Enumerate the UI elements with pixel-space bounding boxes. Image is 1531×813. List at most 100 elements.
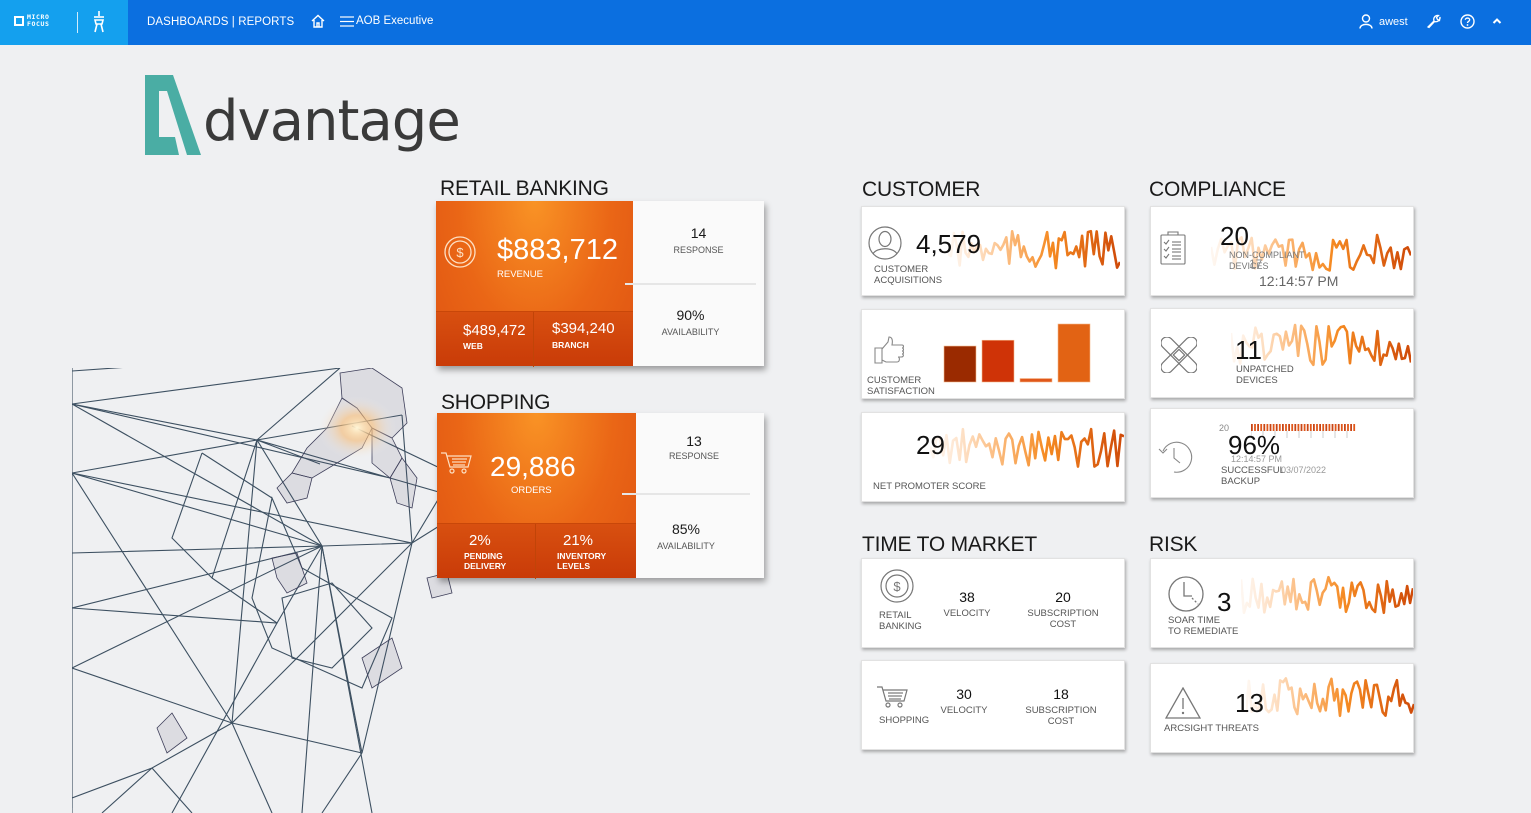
ttm-shopping-tile[interactable]: SHOPPING 30 VELOCITY 18 SUBSCRIPTION COST bbox=[861, 660, 1125, 750]
svg-text:$: $ bbox=[893, 579, 901, 594]
non-compliant-label-1: NON-COMPLIANT bbox=[1229, 250, 1305, 260]
backup-bar bbox=[1288, 424, 1290, 431]
web-revenue-value: $489,472 bbox=[463, 322, 526, 339]
arcsight-threats-sparkline bbox=[1246, 677, 1414, 718]
sparkline-path bbox=[930, 427, 1124, 468]
ttm-retail-banking-tile[interactable]: $ RETAIL BANKING 38 VELOCITY 20 SUBSCRIPTIO… bbox=[861, 558, 1125, 648]
home-icon[interactable] bbox=[311, 14, 325, 28]
backup-bar bbox=[1344, 424, 1346, 431]
orders-value: 29,886 bbox=[490, 451, 576, 482]
chevron-up-icon[interactable] bbox=[1492, 17, 1502, 25]
user-icon[interactable] bbox=[1359, 14, 1373, 29]
successful-backup-label-1: SUCCESSFUL bbox=[1221, 465, 1285, 476]
backup-bar bbox=[1282, 424, 1284, 431]
clock-icon bbox=[1168, 576, 1204, 612]
backup-bar bbox=[1337, 424, 1340, 431]
pending-delivery-value: 2% bbox=[469, 532, 491, 549]
retail-banking-metrics: 14 RESPONSE 90% AVAILABILITY bbox=[625, 201, 764, 366]
backup-bar bbox=[1285, 424, 1287, 431]
time-to-market-title: TIME TO MARKET bbox=[862, 533, 1037, 556]
pending-delivery-label-1: PENDING bbox=[464, 551, 503, 561]
customer-acquisitions-tile[interactable]: 4,579 CUSTOMER ACQUISITIONS bbox=[861, 206, 1125, 296]
successful-backup-tile[interactable]: 20 96% 12:14:57 PM SUCCESSFUL BACKUP 03/0… bbox=[1150, 408, 1414, 498]
arcsight-threats-label: ARCSIGHT THREATS bbox=[1164, 723, 1260, 734]
risk-title: RISK bbox=[1149, 533, 1198, 556]
shopping-response-metric[interactable]: 13 RESPONSE bbox=[630, 413, 758, 495]
customer-satisfaction-tile[interactable]: CUSTOMER SATISFACTION bbox=[861, 309, 1125, 399]
availability-value: 90% bbox=[676, 307, 705, 323]
backup-bar bbox=[1353, 424, 1356, 431]
satisfaction-bar-1 bbox=[943, 345, 977, 383]
dollar-coin-icon: $ bbox=[444, 236, 476, 268]
brand-area[interactable]: MICRO FOCUS bbox=[0, 0, 128, 45]
branch-revenue-cell[interactable]: $394,240 BRANCH bbox=[533, 312, 633, 367]
wrench-icon[interactable] bbox=[1426, 14, 1441, 29]
revenue-panel[interactable]: $ $883,712 REVENUE $489,472 WEB $394,240… bbox=[436, 201, 633, 367]
satisfaction-bar-2 bbox=[981, 339, 1015, 383]
pending-delivery-cell[interactable]: 2% PENDING DELIVERY bbox=[437, 524, 535, 579]
soar-time-label-2: TO REMEDIATE bbox=[1168, 626, 1239, 637]
help-icon[interactable] bbox=[1460, 14, 1475, 29]
ttm-retail-label-2: BANKING bbox=[879, 621, 922, 632]
response-metric[interactable]: 14 RESPONSE bbox=[633, 201, 764, 283]
orders-panel[interactable]: 29,886 ORDERS 2% PENDING DELIVERY 21% INV… bbox=[437, 413, 636, 579]
non-compliant-overlay-value: 17 bbox=[1249, 257, 1263, 271]
revenue-breakdown: $489,472 WEB $394,240 BRANCH bbox=[436, 311, 633, 367]
retail-banking-title: RETAIL BANKING bbox=[440, 177, 609, 200]
non-compliant-label-2: DEVICES bbox=[1229, 261, 1269, 271]
non-compliant-devices-value: 20 bbox=[1220, 221, 1249, 251]
shopping-card[interactable]: 29,886 ORDERS 2% PENDING DELIVERY 21% INV… bbox=[437, 413, 764, 579]
backup-bar bbox=[1347, 424, 1349, 431]
availability-label: AVAILABILITY bbox=[661, 327, 720, 337]
web-revenue-label: WEB bbox=[463, 341, 483, 351]
soar-time-to-remediate-tile[interactable]: 3 SOAR TIME TO REMEDIATE bbox=[1150, 558, 1414, 648]
brand-line-2: FOCUS bbox=[27, 19, 50, 28]
dashboard-selector[interactable]: AOB Executive bbox=[356, 15, 433, 27]
ttm-retail-velocity-value: 38 bbox=[959, 589, 975, 605]
cart-icon bbox=[441, 452, 472, 474]
user-name[interactable]: awest bbox=[1379, 16, 1408, 28]
satisfaction-bar-3 bbox=[1019, 378, 1053, 383]
micro-focus-logo: MICRO FOCUS bbox=[14, 14, 50, 27]
unpatched-devices-label-2: DEVICES bbox=[1236, 375, 1278, 386]
unpatched-devices-tile[interactable]: 11 UNPATCHED DEVICES bbox=[1150, 308, 1414, 398]
backup-overlay-date: 03/07/2022 bbox=[1281, 465, 1327, 475]
backup-bar bbox=[1291, 424, 1294, 431]
backup-bar bbox=[1325, 424, 1328, 431]
svg-text:$: $ bbox=[456, 245, 464, 260]
ttm-retail-label-1: RETAIL bbox=[879, 610, 912, 621]
non-compliant-timestamp: 12:14:57 PM bbox=[1259, 273, 1339, 289]
backup-bar bbox=[1331, 424, 1334, 431]
tower-icon bbox=[93, 11, 105, 33]
backup-bar bbox=[1297, 424, 1300, 431]
dashboards-reports-link[interactable]: DASHBOARDS | REPORTS bbox=[147, 16, 294, 28]
inventory-levels-cell[interactable]: 21% INVENTORY LEVELS bbox=[535, 524, 636, 579]
web-revenue-cell[interactable]: $489,472 WEB bbox=[436, 312, 533, 367]
ttm-retail-cost-label-2: COST bbox=[1049, 619, 1077, 630]
shopping-response-label: RESPONSE bbox=[668, 451, 719, 461]
inventory-levels-value: 21% bbox=[563, 532, 594, 549]
backup-bar bbox=[1306, 424, 1309, 431]
availability-metric[interactable]: 90% AVAILABILITY bbox=[625, 283, 756, 365]
net-promoter-score-value: 29 bbox=[916, 430, 945, 460]
backup-bar bbox=[1350, 424, 1352, 431]
bandage-icon bbox=[1161, 337, 1197, 373]
soar-time-sparkline bbox=[1241, 575, 1413, 615]
backup-bar bbox=[1328, 424, 1331, 431]
response-value: 14 bbox=[690, 225, 707, 241]
dollar-coin-icon: $ bbox=[880, 569, 914, 603]
shopping-availability-value: 85% bbox=[671, 521, 701, 537]
logo-square-icon bbox=[14, 15, 24, 26]
non-compliant-devices-tile[interactable]: 20 NON-COMPLIANT DEVICES 17 12:14:57 PM bbox=[1150, 206, 1414, 296]
net-promoter-score-tile[interactable]: 29 NET PROMOTER SCORE bbox=[861, 412, 1125, 502]
shopping-availability-metric[interactable]: 85% AVAILABILITY bbox=[622, 493, 750, 575]
retail-banking-card[interactable]: $ $883,712 REVENUE $489,472 WEB $394,240… bbox=[436, 201, 764, 367]
ttm-retail-velocity-label: VELOCITY bbox=[943, 608, 991, 619]
brand-divider bbox=[77, 12, 78, 33]
sparkline-path bbox=[1246, 677, 1414, 718]
customer-acquisitions-label-2: ACQUISITIONS bbox=[874, 275, 943, 286]
unpatched-devices-value: 11 bbox=[1235, 335, 1262, 365]
menu-icon[interactable] bbox=[340, 16, 354, 27]
arcsight-threats-tile[interactable]: 13 ARCSIGHT THREATS bbox=[1150, 663, 1414, 753]
orders-label: ORDERS bbox=[511, 485, 552, 496]
